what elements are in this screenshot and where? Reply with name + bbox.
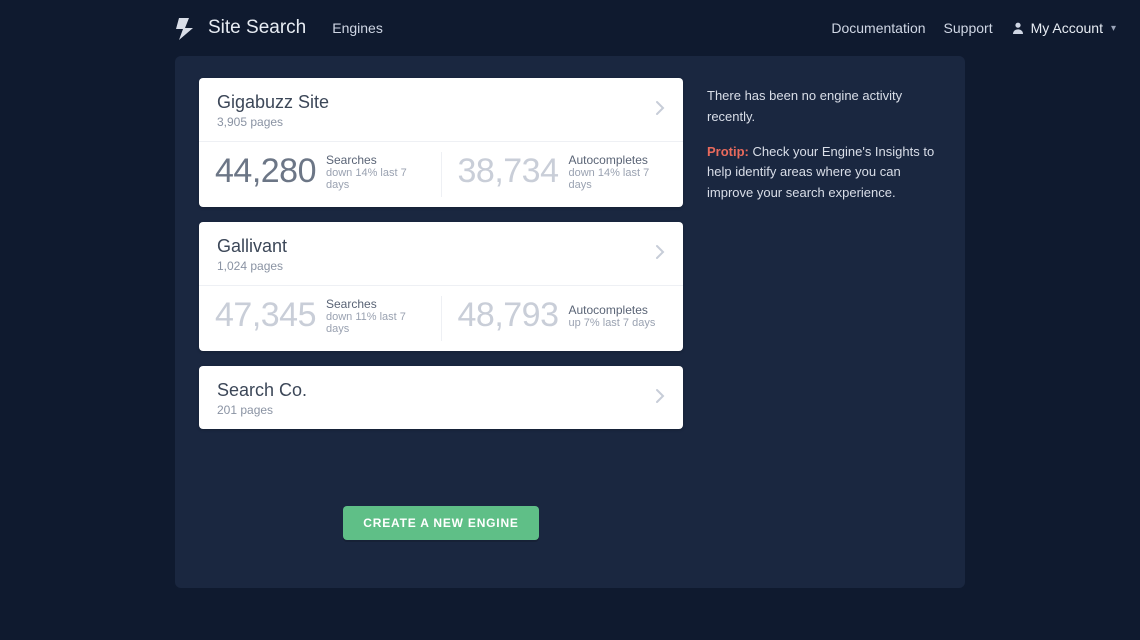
account-menu[interactable]: My Account ▾ (1011, 20, 1116, 36)
engine-card: Search Co. 201 pages (199, 366, 683, 429)
stat-label: Searches (326, 153, 429, 167)
app-logo-icon (172, 15, 198, 41)
stat-value: 38,734 (458, 152, 559, 191)
main-panel: Gigabuzz Site 3,905 pages 44,280 Searche… (175, 56, 965, 588)
stat-autocompletes: 48,793 Autocompletes up 7% last 7 days (442, 290, 684, 347)
chevron-right-icon (655, 244, 665, 265)
engine-header[interactable]: Gigabuzz Site 3,905 pages (199, 78, 683, 141)
stat-value: 48,793 (458, 296, 559, 335)
engine-header[interactable]: Gallivant 1,024 pages (199, 222, 683, 285)
create-engine-button[interactable]: CREATE A NEW ENGINE (343, 506, 538, 540)
chevron-down-icon: ▾ (1111, 23, 1116, 34)
stat-label: Autocompletes (569, 153, 672, 167)
right-nav: Documentation Support My Account ▾ (831, 20, 1116, 36)
engine-pages: 201 pages (217, 403, 655, 417)
user-icon (1011, 21, 1025, 35)
engine-card: Gigabuzz Site 3,905 pages 44,280 Searche… (199, 78, 683, 207)
stat-searches: 44,280 Searches down 14% last 7 days (199, 146, 441, 203)
stat-delta: down 14% last 7 days (326, 167, 429, 191)
stat-label: Searches (326, 297, 429, 311)
stat-searches: 47,345 Searches down 11% last 7 days (199, 290, 441, 347)
stat-autocompletes: 38,734 Autocompletes down 14% last 7 day… (442, 146, 684, 203)
chevron-right-icon (655, 100, 665, 121)
protip-text: Protip: Check your Engine's Insights to … (707, 142, 941, 204)
link-documentation[interactable]: Documentation (831, 20, 925, 36)
stat-delta: down 11% last 7 days (326, 311, 429, 335)
protip-label: Protip: (707, 144, 749, 159)
account-label: My Account (1031, 20, 1103, 36)
nav-engines[interactable]: Engines (332, 20, 383, 36)
link-support[interactable]: Support (944, 20, 993, 36)
cta-wrap: CREATE A NEW ENGINE (199, 506, 683, 540)
engine-header[interactable]: Search Co. 201 pages (199, 366, 683, 429)
engine-name: Search Co. (217, 380, 655, 401)
topbar: Site Search Engines Documentation Suppor… (0, 0, 1140, 56)
chevron-right-icon (655, 388, 665, 409)
engines-list: Gigabuzz Site 3,905 pages 44,280 Searche… (199, 78, 683, 540)
engine-pages: 1,024 pages (217, 259, 655, 273)
stat-value: 47,345 (215, 296, 316, 335)
engine-card: Gallivant 1,024 pages 47,345 Searches do… (199, 222, 683, 351)
engine-stats: 44,280 Searches down 14% last 7 days 38,… (199, 141, 683, 207)
activity-text: There has been no engine activity recent… (707, 86, 941, 128)
stat-label: Autocompletes (569, 303, 656, 317)
stat-value: 44,280 (215, 152, 316, 191)
stat-delta: down 14% last 7 days (569, 167, 672, 191)
side-info: There has been no engine activity recent… (707, 78, 941, 540)
engine-name: Gigabuzz Site (217, 92, 655, 113)
app-title: Site Search (208, 17, 306, 39)
engine-stats: 47,345 Searches down 11% last 7 days 48,… (199, 285, 683, 351)
engine-name: Gallivant (217, 236, 655, 257)
engine-pages: 3,905 pages (217, 115, 655, 129)
stat-delta: up 7% last 7 days (569, 317, 656, 329)
